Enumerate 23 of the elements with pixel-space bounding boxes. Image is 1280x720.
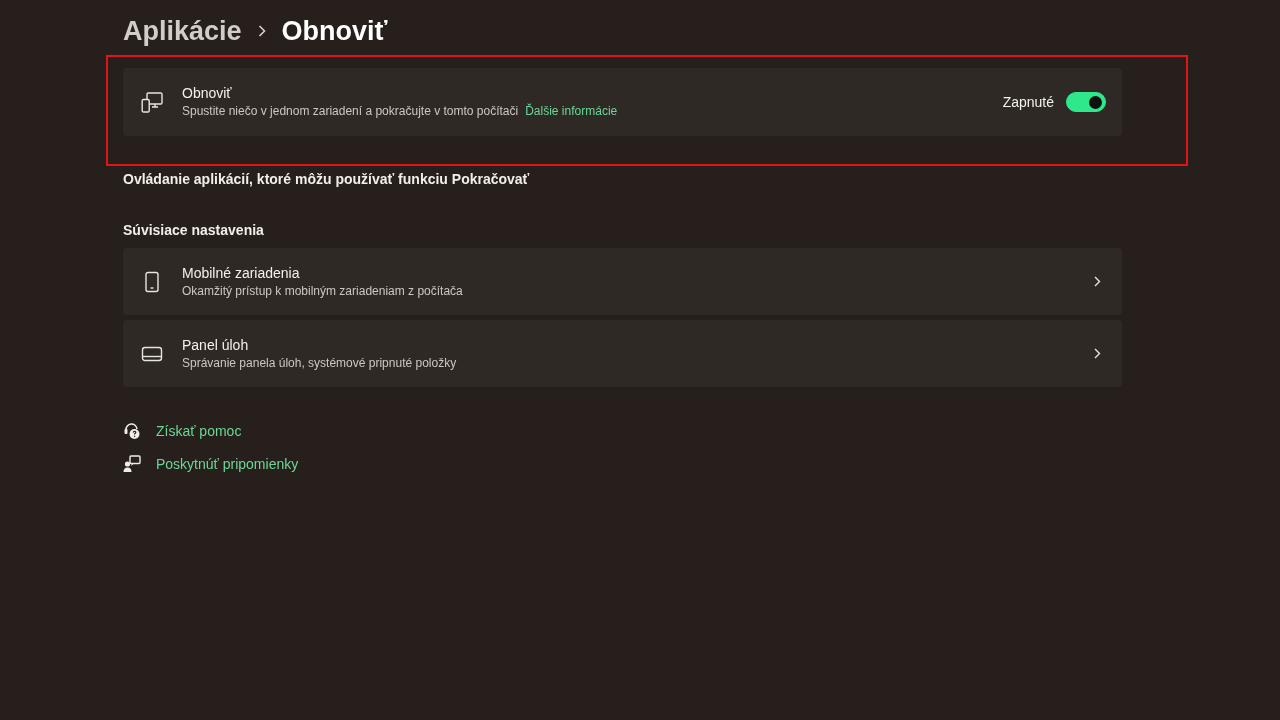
chevron-icon [1094,348,1101,359]
section-heading: Ovládanie aplikácií, ktoré môžu používať funkciu Pokračovať [123,170,530,189]
devices-icon [141,91,163,113]
settings-link-card[interactable]: Mobilné zariadenia Okamžitý prístup k mobilným zariadeniam z počítača [123,248,1122,315]
more-info-link[interactable]: Ďalšie informácie [525,103,618,120]
settings-link-card[interactable]: Panel úloh Správanie panela úloh, systémové pripnuté položky [123,320,1122,387]
help-icon [123,422,141,440]
card-title: Mobilné zariadenia [182,263,300,283]
setting-description: Spustite niečo v jednom zariadení a pokračujte v tomto počítači [182,103,519,120]
setting-title: Obnoviť [182,84,232,103]
breadcrumb-parent[interactable]: Aplikácie [123,12,242,50]
card-description: Okamžitý prístup k mobilným zariadeniam z počítača [182,282,463,300]
help-link[interactable]: Získať pomoc [156,421,242,441]
chevron-icon [1094,276,1101,287]
card-description: Správanie panela úloh, systémové pripnuté položky [182,354,457,372]
feedback-icon [123,455,141,473]
toggle-switch[interactable] [1066,92,1106,112]
help-link[interactable]: Poskytnúť pripomienky [156,454,299,474]
card-title: Panel úloh [182,335,249,355]
chevron-icon [257,25,266,37]
toggle-label: Zapnuté [1002,92,1054,112]
section-heading: Súvisiace nastavenia [123,221,264,240]
page-title: Obnoviť [281,15,388,48]
